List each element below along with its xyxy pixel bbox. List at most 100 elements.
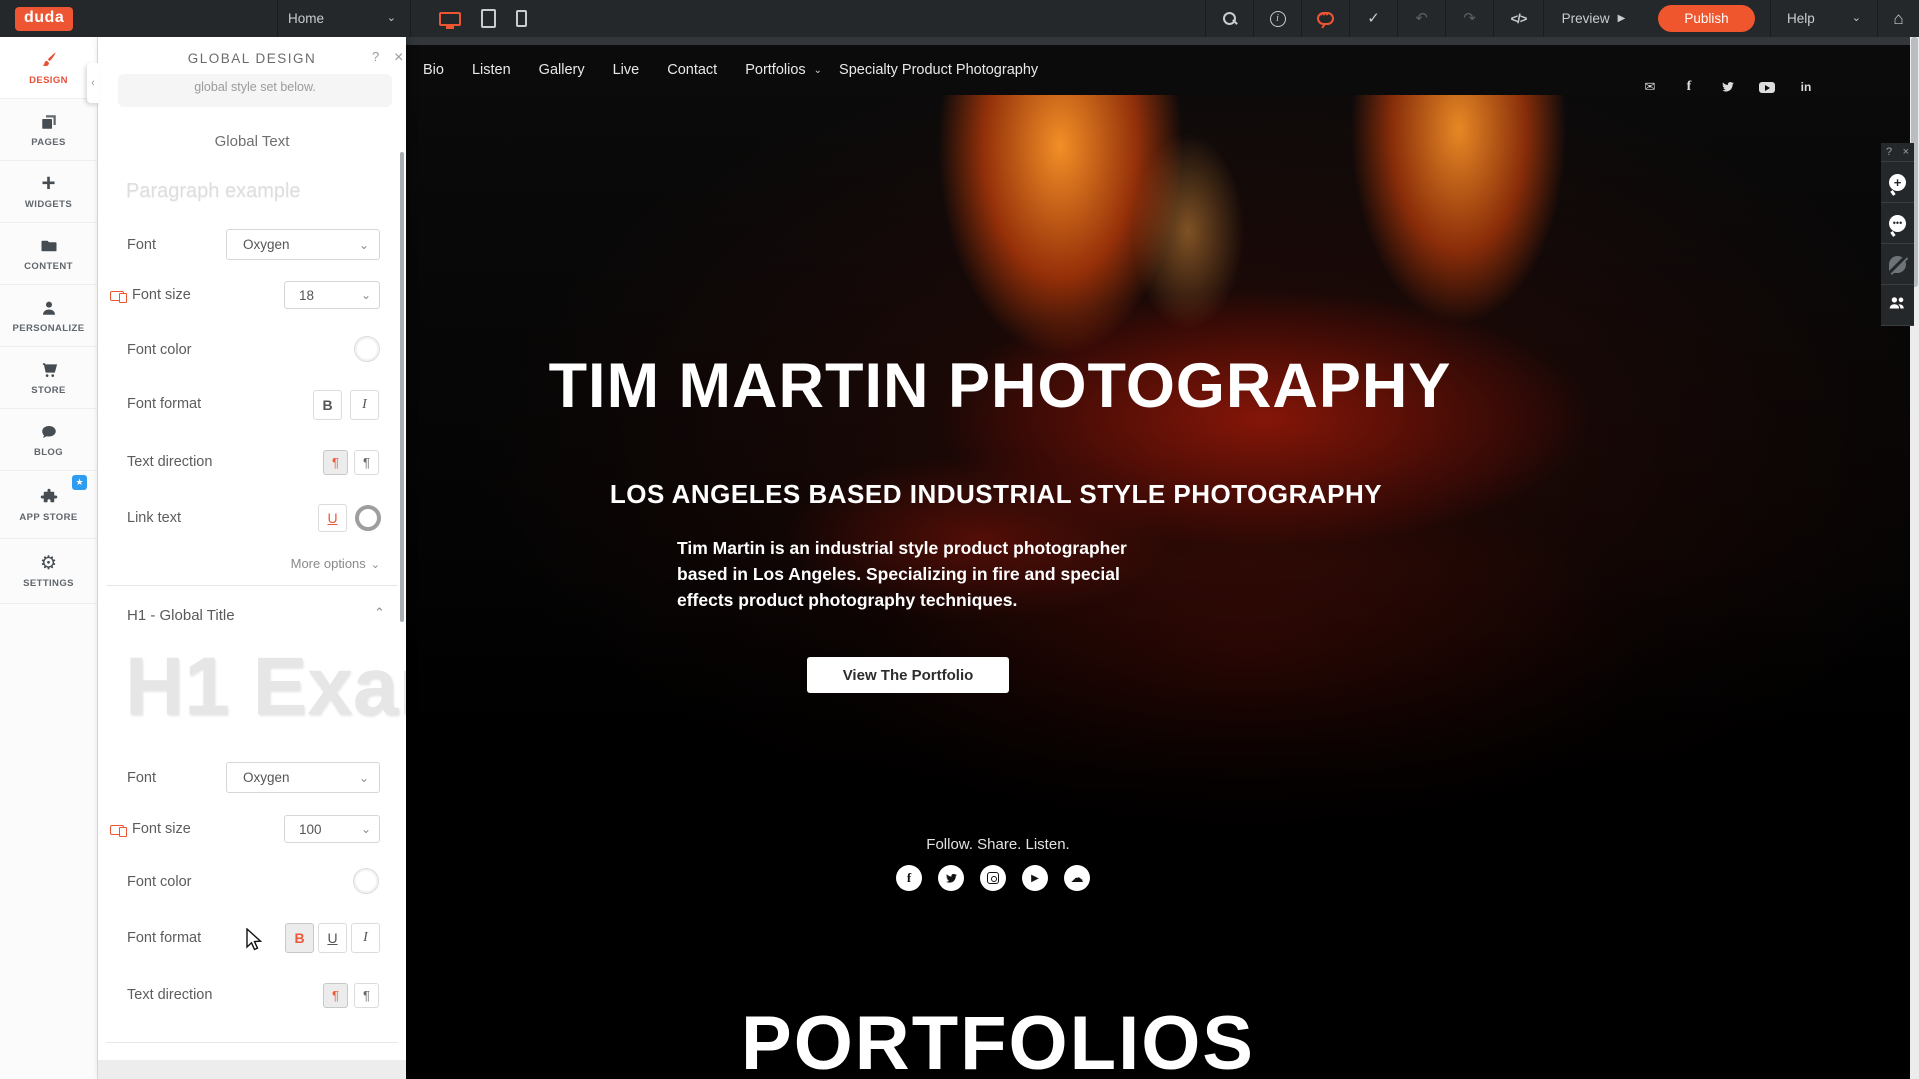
ltr-direction-button[interactable]: ¶ — [323, 450, 348, 475]
follow-share-listen-text: Follow. Share. Listen. — [926, 836, 1069, 853]
h1-ltr-direction-button[interactable]: ¶ — [323, 983, 348, 1008]
collapse-section-icon[interactable]: ⌃ — [374, 605, 385, 621]
font-size-label: Font size — [132, 821, 191, 837]
more-options-link[interactable]: More options⌄ — [291, 556, 380, 571]
sidebar-item-personalize[interactable]: PERSONALIZE — [0, 285, 97, 347]
publish-zone: Publish — [1643, 0, 1770, 37]
nav-item-gallery[interactable]: Gallery — [539, 62, 585, 78]
feedback-button[interactable] — [1301, 0, 1349, 37]
hide-comments-icon — [1889, 256, 1906, 273]
info-button[interactable]: i — [1253, 0, 1301, 37]
font-color-swatch[interactable] — [354, 336, 380, 362]
redo-button[interactable]: ↷ — [1445, 0, 1493, 37]
italic-button[interactable]: I — [350, 390, 379, 420]
h1-underline-button[interactable]: U — [318, 923, 347, 953]
bold-button[interactable]: B — [313, 390, 342, 420]
h1-bold-button[interactable]: B — [285, 923, 314, 953]
view-comments-button[interactable]: ••• — [1881, 203, 1914, 244]
save-check-button[interactable]: ✓ — [1349, 0, 1397, 37]
redo-icon: ↷ — [1463, 11, 1476, 26]
home-icon: ⌂ — [1893, 10, 1903, 27]
sidebar-item-app-store[interactable]: ★ APP STORE — [0, 471, 97, 539]
editor-stage: duda Home ⌄ i ✓ ↶ ↷ </> — [0, 0, 1919, 1079]
hero-description[interactable]: Tim Martin is an industrial style produc… — [677, 535, 1139, 613]
h1-rtl-direction-button[interactable]: ¶ — [354, 983, 379, 1008]
h1-font-dropdown[interactable]: Oxygen ⌄ — [226, 762, 380, 793]
site-canvas: Bio Listen Gallery Live Contact Portfoli… — [406, 37, 1910, 1079]
email-icon[interactable]: ✉ — [1642, 79, 1658, 95]
sidebar-item-label: SETTINGS — [23, 578, 74, 589]
help-icon[interactable]: ? — [1886, 146, 1892, 158]
nav-item-bio[interactable]: Bio — [423, 62, 444, 78]
sidebar-item-store[interactable]: STORE — [0, 347, 97, 409]
h1-font-color-swatch[interactable] — [353, 868, 379, 894]
sidebar-item-label: PERSONALIZE — [13, 323, 85, 334]
font-label: Font — [127, 770, 156, 786]
chevron-down-icon: ⌄ — [387, 13, 396, 24]
rtl-direction-button[interactable]: ¶ — [354, 450, 379, 475]
close-icon[interactable]: × — [1903, 146, 1909, 158]
collaborators-button[interactable] — [1881, 285, 1914, 326]
sidebar-item-content[interactable]: CONTENT — [0, 223, 97, 285]
undo-button[interactable]: ↶ — [1397, 0, 1445, 37]
close-icon[interactable]: × — [394, 49, 403, 67]
tablet-view-icon[interactable] — [481, 9, 496, 28]
logo-zone: duda — [0, 0, 277, 37]
sidebar-item-label: STORE — [31, 385, 66, 396]
nav-item-live[interactable]: Live — [613, 62, 640, 78]
snapchat-icon[interactable]: ☁ — [1064, 865, 1090, 891]
sidebar-item-pages[interactable]: PAGES — [0, 99, 97, 161]
view-portfolio-button[interactable]: View The Portfolio — [807, 657, 1009, 693]
preview-button[interactable]: Preview ▶ — [1543, 0, 1643, 37]
youtube-icon[interactable]: ▶ — [1022, 865, 1048, 891]
sidebar-item-design[interactable]: DESIGN — [0, 37, 97, 99]
h1-font-size-dropdown[interactable]: 100 ⌄ — [284, 815, 380, 843]
new-badge-star-icon: ★ — [72, 475, 87, 490]
nav-item-contact[interactable]: Contact — [667, 62, 717, 78]
preview-label: Preview — [1562, 11, 1610, 26]
font-size-label: Font size — [132, 287, 191, 303]
sidebar-item-blog[interactable]: BLOG — [0, 409, 97, 471]
people-icon — [1888, 296, 1907, 315]
linkedin-icon[interactable]: in — [1798, 79, 1814, 95]
h1-italic-button[interactable]: I — [351, 923, 380, 953]
panel-scrollbar[interactable] — [400, 152, 404, 622]
facebook-icon[interactable]: f — [1681, 79, 1697, 95]
add-comment-icon: + — [1889, 174, 1906, 191]
dev-mode-button[interactable]: </> — [1493, 0, 1543, 37]
panel-help-icon[interactable]: ? — [372, 49, 379, 64]
youtube-icon[interactable] — [1759, 79, 1775, 95]
nav-item-listen[interactable]: Listen — [472, 62, 511, 78]
twitter-icon[interactable] — [1720, 79, 1736, 95]
link-underline-button[interactable]: U — [318, 504, 347, 532]
publish-button[interactable]: Publish — [1658, 5, 1754, 32]
nav-item-portfolios[interactable]: Portfolios — [745, 62, 805, 78]
facebook-icon[interactable]: f — [896, 865, 922, 891]
twitter-icon[interactable] — [938, 865, 964, 891]
nav-item-specialty[interactable]: Specialty Product Photography — [839, 62, 1038, 78]
hero-title[interactable]: TIM MARTIN PHOTOGRAPHY — [549, 350, 1452, 422]
sidebar-item-widgets[interactable]: + WIDGETS — [0, 161, 97, 223]
sidebar-item-settings[interactable]: ⚙ SETTINGS — [0, 539, 97, 604]
notice-text: global style set below. — [118, 80, 392, 94]
panel-collapse-handle[interactable]: ‹ — [87, 63, 99, 103]
help-dropdown[interactable]: Help ⌄ — [1770, 0, 1877, 37]
portfolios-section-heading[interactable]: PORTFOLIOS — [741, 1000, 1255, 1079]
page-selector-dropdown[interactable]: Home ⌄ — [277, 0, 410, 37]
panel-title: GLOBAL DESIGN — [98, 51, 406, 66]
mobile-view-icon[interactable] — [516, 10, 527, 27]
font-size-dropdown[interactable]: 18 ⌄ — [284, 281, 380, 309]
add-comment-button[interactable]: + — [1881, 162, 1914, 203]
hero-subtitle[interactable]: LOS ANGELES BASED INDUSTRIAL STYLE PHOTO… — [610, 479, 1382, 510]
link-color-swatch[interactable] — [355, 505, 381, 531]
duda-logo[interactable]: duda — [15, 7, 73, 31]
hide-comments-button[interactable] — [1881, 244, 1914, 285]
chevron-down-icon[interactable]: ⌄ — [814, 65, 822, 76]
desktop-view-icon[interactable] — [439, 12, 461, 26]
code-icon: </> — [1511, 12, 1527, 25]
search-button[interactable] — [1205, 0, 1253, 37]
dashboard-home-button[interactable]: ⌂ — [1877, 0, 1919, 37]
chevron-down-icon: ⌄ — [361, 822, 371, 836]
instagram-icon[interactable] — [980, 865, 1006, 891]
font-dropdown[interactable]: Oxygen ⌄ — [226, 229, 380, 260]
